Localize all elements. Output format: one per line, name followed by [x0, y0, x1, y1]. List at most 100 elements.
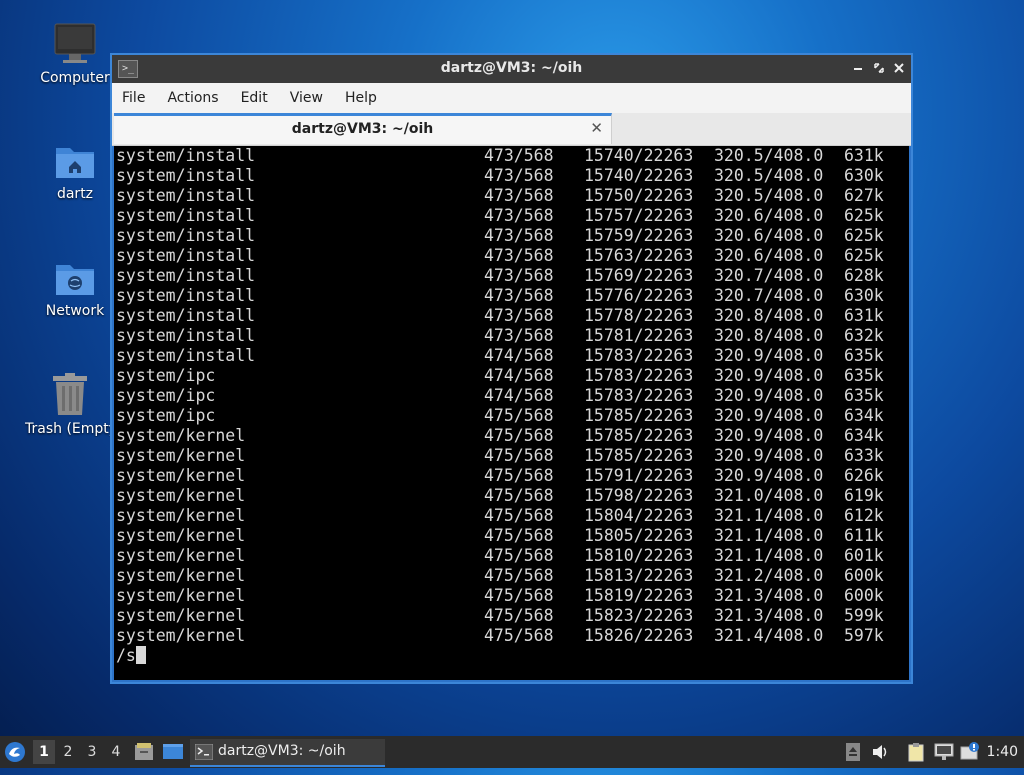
terminal-cell: 15826/22263	[584, 626, 694, 645]
terminal-cell: 475/568	[484, 526, 554, 545]
tray-removable-media[interactable]	[843, 742, 863, 762]
terminal-cell: 601k	[844, 546, 884, 565]
terminal-cell: 15798/22263	[584, 486, 694, 505]
window-titlebar[interactable]: >_ dartz@VM3: ~/oih	[112, 55, 911, 83]
trash-icon	[49, 373, 91, 417]
terminal-output[interactable]: system/install 473/568 15740/22263 320.5/40…	[114, 146, 909, 680]
terminal-cell: 15785/22263	[584, 406, 694, 425]
menu-view[interactable]: View	[279, 83, 334, 113]
show-desktop-button[interactable]	[162, 742, 184, 762]
terminal-window: >_ dartz@VM3: ~/oih File Actions Edit View H…	[110, 53, 913, 684]
terminal-cell: 320.8/408.0	[714, 306, 824, 325]
taskbar: 1 2 3 4 dartz@VM3: ~/oih 1:40	[0, 736, 1024, 768]
maximize-button[interactable]	[870, 59, 888, 77]
terminal-cell: 599k	[844, 606, 884, 625]
terminal-cell: 320.6/408.0	[714, 206, 824, 225]
terminal-line: system/install 473/568 15769/22263 320.7/40…	[116, 266, 904, 286]
terminal-cell: 635k	[844, 346, 884, 365]
terminal-cell: system/install	[116, 266, 256, 285]
terminal-prompt-line[interactable]: /s	[116, 646, 904, 666]
terminal-cell: 15769/22263	[584, 266, 694, 285]
tray-updates[interactable]	[960, 742, 980, 762]
minimize-icon	[854, 68, 862, 70]
terminal-cell: system/install	[116, 326, 256, 345]
terminal-cell: system/kernel	[116, 526, 246, 545]
terminal-cell: 475/568	[484, 606, 554, 625]
tray-clipboard[interactable]	[906, 742, 926, 762]
terminal-line: system/kernel 475/568 15785/22263 320.9/408…	[116, 446, 904, 466]
terminal-cell: system/kernel	[116, 426, 246, 445]
terminal-cell: 321.2/408.0	[714, 566, 824, 585]
terminal-line: system/kernel 475/568 15823/22263 321.3/408…	[116, 606, 904, 626]
terminal-cell: 320.9/408.0	[714, 366, 824, 385]
terminal-cell: 473/568	[484, 326, 554, 345]
workspace-2[interactable]: 2	[57, 740, 79, 764]
close-button[interactable]	[890, 59, 908, 77]
terminal-cell: 15740/22263	[584, 146, 694, 165]
clock[interactable]: 1:40	[987, 736, 1018, 768]
terminal-cell: system/install	[116, 206, 256, 225]
terminal-cell: 627k	[844, 186, 884, 205]
terminal-cell: system/install	[116, 146, 256, 165]
terminal-cell: 320.7/408.0	[714, 266, 824, 285]
terminal-lines: system/install 473/568 15740/22263 320.5/40…	[116, 146, 904, 666]
terminal-cell: 635k	[844, 366, 884, 385]
tray-network[interactable]	[933, 742, 954, 762]
terminal-cell: 320.9/408.0	[714, 446, 824, 465]
tab-close-icon[interactable]: ✕	[590, 119, 603, 137]
terminal-cell: system/kernel	[116, 586, 246, 605]
terminal-cell: 625k	[844, 226, 884, 245]
workspace-1[interactable]: 1	[33, 740, 55, 764]
menu-file[interactable]: File	[112, 83, 156, 113]
menu-bar: File Actions Edit View Help	[112, 83, 911, 113]
terminal-cell: 474/568	[484, 386, 554, 405]
terminal-cell: system/install	[116, 306, 256, 325]
terminal-cell: 15805/22263	[584, 526, 694, 545]
terminal-task-icon	[195, 744, 213, 760]
computer-icon	[54, 22, 96, 66]
terminal-cell: 475/568	[484, 586, 554, 605]
terminal-cell: 321.3/408.0	[714, 586, 824, 605]
terminal-cell: 320.7/408.0	[714, 286, 824, 305]
tab-terminal[interactable]: dartz@VM3: ~/oih ✕	[114, 113, 612, 144]
terminal-cell: 15819/22263	[584, 586, 694, 605]
desktop-icon-trash[interactable]: Trash (Empty)	[25, 373, 115, 437]
terminal-cell: 320.6/408.0	[714, 226, 824, 245]
workspace-4[interactable]: 4	[105, 740, 127, 764]
terminal-cell: 320.5/408.0	[714, 146, 824, 165]
volume-icon	[873, 745, 887, 759]
terminal-cell: 15750/22263	[584, 186, 694, 205]
task-label: dartz@VM3: ~/oih	[218, 743, 346, 759]
eject-icon	[846, 743, 860, 761]
tray-volume[interactable]	[870, 742, 890, 762]
terminal-line: system/kernel 475/568 15791/22263 320.9/408…	[116, 466, 904, 486]
terminal-cell: 633k	[844, 446, 884, 465]
home-folder-icon	[54, 140, 96, 182]
workspace-3[interactable]: 3	[81, 740, 103, 764]
file-manager-launcher[interactable]	[134, 742, 154, 762]
terminal-cell: 475/568	[484, 406, 554, 425]
terminal-cell: 597k	[844, 626, 884, 645]
terminal-cell: 15759/22263	[584, 226, 694, 245]
menu-actions[interactable]: Actions	[156, 83, 229, 113]
terminal-line: system/install 473/568 15757/22263 320.6/40…	[116, 206, 904, 226]
terminal-cell: 15810/22263	[584, 546, 694, 565]
terminal-cell: 475/568	[484, 566, 554, 585]
terminal-line: system/kernel 475/568 15810/22263 321.1/408…	[116, 546, 904, 566]
menu-edit[interactable]: Edit	[230, 83, 279, 113]
terminal-cell: 15785/22263	[584, 426, 694, 445]
app-menu-button[interactable]	[4, 741, 28, 763]
minimize-button[interactable]	[849, 59, 867, 77]
terminal-cell: 15823/22263	[584, 606, 694, 625]
menu-help[interactable]: Help	[334, 83, 388, 113]
terminal-cell: 473/568	[484, 186, 554, 205]
notification-icon	[960, 742, 979, 760]
terminal-cell: 321.1/408.0	[714, 546, 824, 565]
terminal-cell: system/install	[116, 286, 256, 305]
terminal-cell: system/kernel	[116, 446, 246, 465]
taskbar-task-terminal[interactable]: dartz@VM3: ~/oih	[190, 739, 385, 767]
network-folder-icon	[54, 257, 96, 299]
terminal-cell: 619k	[844, 486, 884, 505]
terminal-cell: 475/568	[484, 426, 554, 445]
terminal-cell: 473/568	[484, 246, 554, 265]
